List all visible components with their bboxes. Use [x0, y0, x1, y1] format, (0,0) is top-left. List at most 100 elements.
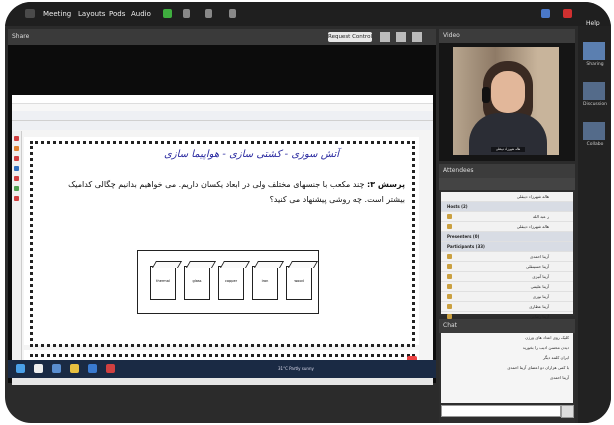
cube-label: glass	[192, 279, 202, 283]
cubes-figure: thermal glass copper iron wood	[137, 250, 319, 314]
chat-pod: Chat کلیک روی اعداد های ورژن دیدن محسن ا…	[439, 319, 575, 423]
cube-label: iron	[261, 279, 269, 283]
cube-label: wood	[294, 279, 304, 283]
zoom-icon[interactable]	[412, 32, 422, 42]
left-toolbar	[12, 131, 22, 371]
attendee-row[interactable]: هاله شهرزاد دیبقلی	[441, 192, 573, 202]
layout-discussion-thumb[interactable]	[583, 82, 605, 100]
attendees-header: Attendees	[439, 164, 575, 178]
attendee-row[interactable]: آزیتا احمدی	[441, 252, 573, 262]
share-pod: Share Request Control آتش سوزی - کشتی سا…	[8, 29, 436, 385]
attendee-name: آزیتا علیمی	[530, 284, 549, 289]
attendee-name: هاله شهرزاد دیبقلی	[516, 224, 549, 229]
file-explorer-icon[interactable]	[70, 364, 79, 373]
status-icon[interactable]	[541, 9, 550, 18]
app-icon[interactable]	[106, 364, 115, 373]
attendee-row[interactable]: ر عبد الله	[441, 212, 573, 222]
attendee-row[interactable]: آزیتا آنیزی	[441, 272, 573, 282]
speaker-icon[interactable]	[183, 9, 190, 18]
attendee-row[interactable]: آزیتا نوری	[441, 292, 573, 302]
chat-message: دیدن محسن ادیب را بخورید	[522, 345, 569, 350]
layout-collabo-label[interactable]: Collabo	[580, 142, 610, 147]
attendee-name: ر عبد الله	[533, 214, 549, 219]
layout-sharing-label[interactable]: Sharing	[580, 62, 610, 67]
chat-messages: کلیک روی اعداد های ورژن دیدن محسن ادیب ر…	[441, 333, 573, 403]
question-body: چند مکعب با جنسهای مختلف ولی در ابعاد یک…	[68, 180, 405, 204]
eraser-icon[interactable]	[14, 156, 19, 161]
shared-app-window: آتش سوزی - کشتی سازی - هواپیما سازی پرسش…	[12, 95, 433, 385]
attendee-row[interactable]: آزیتا علیمی	[441, 282, 573, 292]
attendee-name: آزیتا نوری	[532, 294, 549, 299]
app-toolbar	[12, 111, 433, 121]
participant-icon	[447, 284, 452, 289]
highlighter-icon[interactable]	[14, 146, 19, 151]
attendee-name: آزیتا حسینقلی	[526, 264, 549, 269]
headset-icon	[482, 87, 490, 103]
video-pod-header: Video	[439, 29, 575, 43]
record-icon[interactable]	[563, 9, 572, 18]
fullscreen-icon[interactable]	[380, 32, 390, 42]
section-label: Hosts (2)	[447, 204, 468, 209]
layout-discussion-label[interactable]: Discussion	[580, 102, 610, 107]
screen-frame: Meeting Layouts Pods Audio Help Share Re…	[5, 2, 611, 423]
raise-hand-icon[interactable]	[229, 9, 236, 18]
select-icon[interactable]	[14, 186, 19, 191]
webcam-name: هاله شهرزاد دیبقلی	[491, 147, 525, 152]
layouts-panel: Sharing Discussion Collabo	[578, 26, 611, 423]
layout-sharing-thumb[interactable]	[583, 42, 605, 60]
chat-message: کلیک روی اعداد های ورژن	[525, 335, 569, 340]
layout-collabo-thumb[interactable]	[583, 122, 605, 140]
webcam-icon[interactable]	[205, 9, 212, 18]
app-menubar	[12, 104, 433, 111]
attendees-toolbar	[439, 178, 575, 190]
menu-layouts[interactable]: Layouts	[78, 10, 105, 18]
request-control-button[interactable]: Request Control	[328, 32, 372, 42]
attendee-name: هاله شهرزاد دیبقلی	[516, 194, 549, 199]
text-tool-icon[interactable]	[14, 176, 19, 181]
attendee-row[interactable]: هاله شهرزاد دیبقلی	[441, 222, 573, 232]
menu-pods[interactable]: Pods	[109, 10, 125, 18]
taskview-icon[interactable]	[52, 364, 61, 373]
host-icon	[447, 214, 452, 219]
send-button[interactable]	[561, 405, 574, 418]
menu-audio[interactable]: Audio	[131, 10, 151, 18]
app-logo-icon	[25, 9, 35, 18]
share-pod-header: Share Request Control	[8, 29, 436, 45]
cube-5: wood	[286, 266, 312, 300]
share-pod-title: Share	[12, 33, 30, 40]
document-page: آتش سوزی - کشتی سازی - هواپیما سازی پرسش…	[24, 137, 419, 347]
attendee-section[interactable]: Presenters (0)	[441, 232, 573, 242]
app-titlebar	[12, 95, 433, 104]
shape-icon[interactable]	[14, 166, 19, 171]
browser-icon[interactable]	[88, 364, 97, 373]
fit-width-icon[interactable]	[396, 32, 406, 42]
cube-4: iron	[252, 266, 278, 300]
chat-input[interactable]	[441, 405, 561, 417]
cube-label: thermal	[156, 279, 170, 283]
participant-icon	[447, 264, 452, 269]
windows-taskbar: 31°C Partly sunny	[8, 360, 436, 378]
attendees-list: هاله شهرزاد دیبقلی Hosts (2) ر عبد الله …	[441, 192, 573, 322]
attendee-row[interactable]: آزیتا عطاری	[441, 302, 573, 312]
start-icon[interactable]	[16, 364, 25, 373]
attendee-section[interactable]: Participants (33)	[441, 242, 573, 252]
line-tool-icon[interactable]	[14, 196, 19, 201]
section-label: Presenters (0)	[447, 234, 480, 239]
attendee-row[interactable]: آزیتا حسینقلی	[441, 262, 573, 272]
app-toolbar-2	[12, 121, 433, 130]
menu-meeting[interactable]: Meeting	[43, 10, 71, 18]
attendees-pod: Attendees هاله شهرزاد دیبقلی Hosts (2) ر…	[439, 164, 575, 322]
pen-tool-icon[interactable]	[14, 136, 19, 141]
search-icon[interactable]	[34, 364, 43, 373]
video-pod: Video هاله شهرزاد دیبقلی	[439, 29, 575, 161]
participant-icon	[447, 294, 452, 299]
chat-message: با کمی هزاران دو اعضای آزیتا احمدی	[507, 365, 569, 370]
attendee-section[interactable]: Hosts (2)	[441, 202, 573, 212]
attendee-name: آزیتا عطاری	[529, 304, 549, 309]
microphone-icon[interactable]	[163, 9, 172, 18]
weather-text: 31°C Partly sunny	[278, 366, 314, 371]
webcam-feed: هاله شهرزاد دیبقلی	[453, 47, 559, 155]
page-border	[30, 141, 415, 347]
host-icon	[447, 224, 452, 229]
attendee-name: آزیتا آنیزی	[532, 274, 549, 279]
